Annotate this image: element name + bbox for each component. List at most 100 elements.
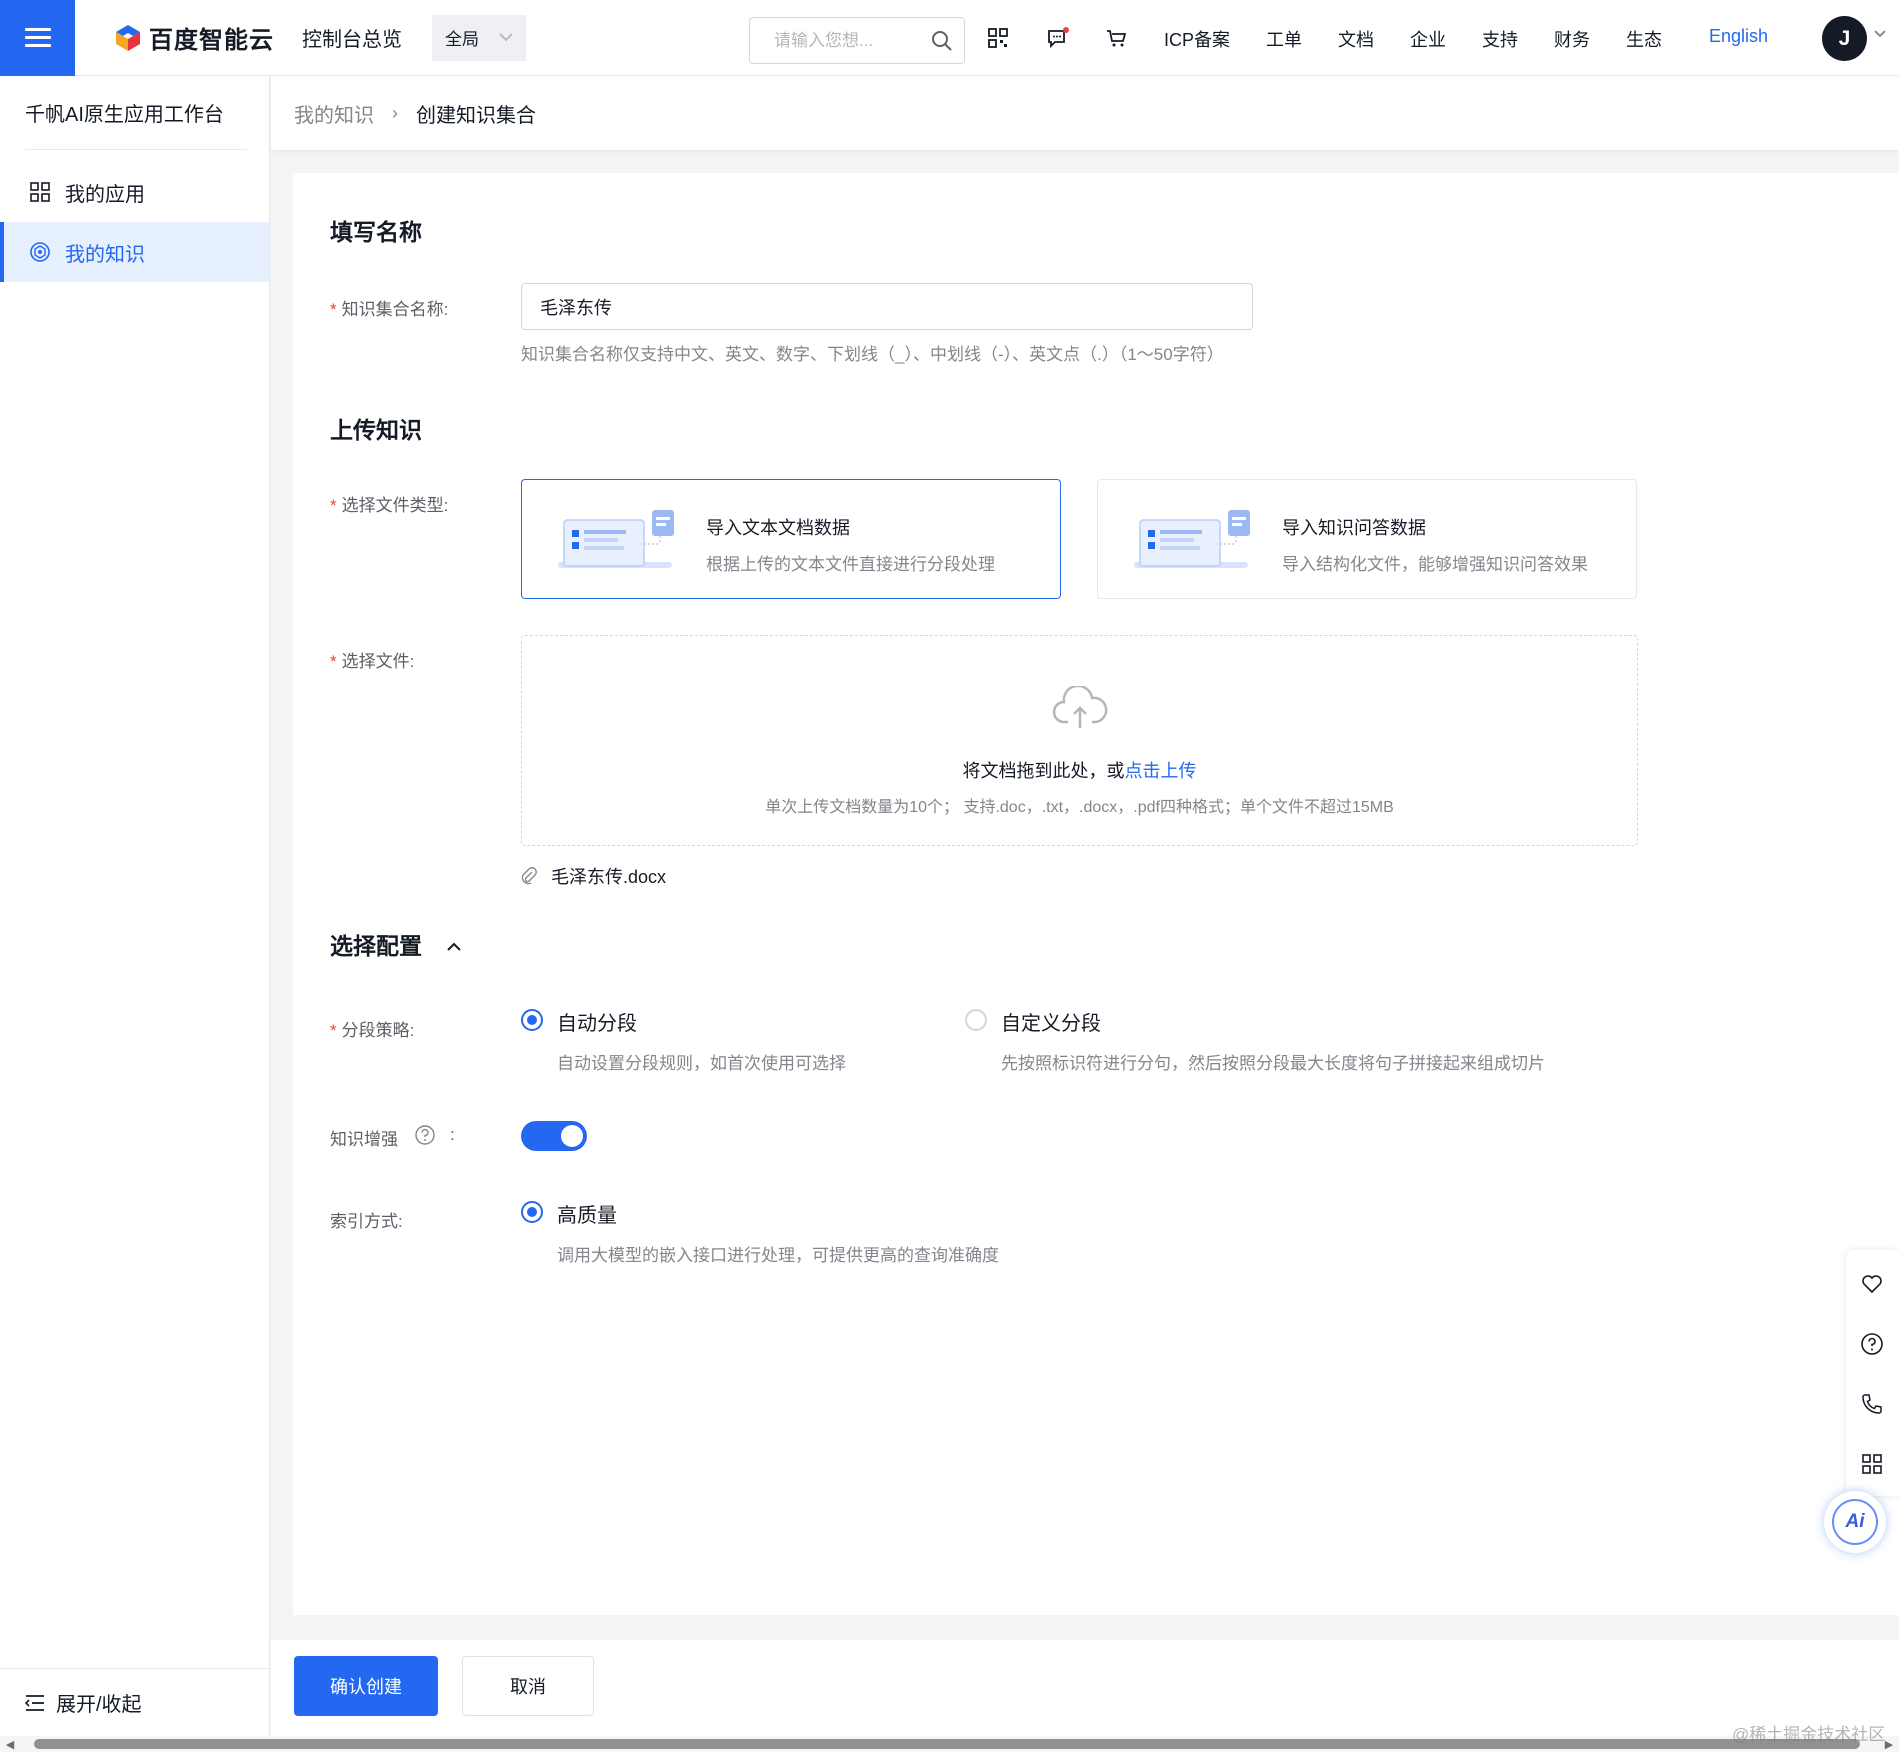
required-mark: * — [330, 1021, 337, 1040]
field-label-text: 选择文件: — [341, 652, 415, 671]
ai-assistant-button[interactable]: Ai — [1824, 1491, 1886, 1553]
hamburger-icon — [24, 23, 51, 52]
cloud-upload-icon — [1052, 686, 1108, 728]
nav-ecosystem[interactable]: 生态 — [1626, 26, 1662, 52]
radio-label-custom[interactable]: 自定义分段 — [1001, 1007, 1101, 1036]
apps-icon[interactable] — [1860, 1452, 1884, 1476]
field-label-file: * 选择文件: — [330, 647, 414, 672]
field-label-text: 索引方式: — [330, 1212, 403, 1231]
field-label-file-type: * 选择文件类型: — [330, 491, 448, 516]
section-title-name: 填写名称 — [330, 219, 422, 245]
section-title-upload: 上传知识 — [330, 417, 422, 443]
search-icon[interactable] — [930, 29, 954, 53]
top-bar: 百度智能云 控制台总览 全局 ICP备案 工单 文档 企业 支持 财务 生态 E… — [0, 0, 1899, 76]
heart-icon[interactable] — [1860, 1272, 1884, 1296]
field-label-text: 知识集合名称: — [341, 300, 449, 319]
ai-assistant-icon: Ai — [1832, 1499, 1878, 1545]
radio-custom-segment[interactable] — [965, 1009, 987, 1031]
file-type-desc: 根据上传的文本文件直接进行分段处理 — [706, 555, 995, 574]
knowledge-name-input[interactable] — [521, 283, 1253, 330]
create-form-card: 填写名称 *知识集合名称: 知识集合名称仅支持中文、英文、数字、下划线（_）、中… — [293, 173, 1899, 1615]
brand-logo[interactable]: 百度智能云 — [113, 20, 274, 55]
confirm-create-button[interactable]: 确认创建 — [294, 1656, 438, 1716]
field-label-text: 知识增强 — [330, 1130, 398, 1149]
nav-support[interactable]: 支持 — [1482, 26, 1518, 52]
sidebar-collapse-label: 展开/收起 — [56, 1694, 142, 1716]
file-type-card-text[interactable]: 导入文本文档数据 根据上传的文本文件直接进行分段处理 — [521, 479, 1061, 599]
file-dropzone[interactable]: 将文档拖到此处，或点击上传 单次上传文档数量为10个； 支持.doc，.txt，… — [521, 635, 1638, 846]
grid-icon — [30, 182, 50, 202]
help-circle-icon[interactable] — [1860, 1332, 1884, 1356]
radio-desc-auto: 自动设置分段规则，如首次使用可选择 — [557, 1054, 846, 1073]
document-illustration-icon — [1134, 510, 1250, 568]
file-type-title: 导入文本文档数据 — [706, 518, 850, 538]
nav-icp[interactable]: ICP备案 — [1164, 26, 1230, 52]
avatar[interactable]: J — [1822, 16, 1867, 61]
nav-ticket[interactable]: 工单 — [1266, 26, 1302, 52]
chevron-down-icon — [498, 29, 514, 46]
console-overview-link[interactable]: 控制台总览 — [302, 23, 402, 52]
qrcode-icon[interactable] — [986, 26, 1010, 50]
dropzone-text: 将文档拖到此处，或点击上传 — [522, 757, 1637, 783]
nav-finance[interactable]: 财务 — [1554, 26, 1590, 52]
cancel-button[interactable]: 取消 — [462, 1656, 594, 1716]
field-label-colon: : — [450, 1125, 455, 1144]
region-value: 全局 — [445, 30, 479, 49]
knowledge-enhance-toggle[interactable] — [521, 1121, 587, 1151]
document-illustration-icon — [558, 510, 674, 568]
upload-link[interactable]: 点击上传 — [1125, 761, 1197, 781]
file-type-card-qa[interactable]: 导入知识问答数据 导入结构化文件，能够增强知识问答效果 — [1097, 479, 1637, 599]
nav-enterprise[interactable]: 企业 — [1410, 26, 1446, 52]
baidu-cloud-logo-icon — [116, 24, 140, 51]
sidebar-item-my-apps[interactable]: 我的应用 — [0, 162, 269, 222]
breadcrumb-parent-link[interactable]: 我的知识 — [294, 99, 374, 128]
search-input[interactable] — [774, 30, 924, 51]
field-label-strategy: * 分段策略: — [330, 1016, 414, 1041]
file-type-desc: 导入结构化文件，能够增强知识问答效果 — [1282, 555, 1588, 574]
field-label-name: * 知识集合名称: — [330, 295, 448, 320]
brand-name: 百度智能云 — [149, 27, 274, 54]
sidebar-title: 千帆AI原生应用工作台 — [25, 76, 247, 150]
chevron-up-icon[interactable] — [445, 938, 463, 956]
menu-button[interactable] — [0, 0, 75, 76]
language-switch[interactable]: English — [1709, 26, 1768, 47]
radio-desc-custom: 先按照标识符进行分句，然后按照分段最大长度将句子拼接起来组成切片 — [1001, 1054, 1545, 1073]
field-label-index: 索引方式: — [330, 1207, 403, 1232]
sidebar-item-label: 我的应用 — [65, 183, 145, 206]
nav-docs[interactable]: 文档 — [1338, 26, 1374, 52]
help-circle-icon[interactable] — [414, 1124, 436, 1146]
breadcrumb: 我的知识 › 创建知识集合 — [271, 76, 1899, 150]
scrollbar-thumb[interactable] — [34, 1739, 1860, 1749]
dropzone-tip: 单次上传文档数量为10个； 支持.doc，.txt，.docx，.pdf四种格式… — [765, 799, 1394, 816]
scroll-left-arrow-icon[interactable]: ◀ — [2, 1736, 18, 1752]
floating-toolbar — [1846, 1250, 1899, 1496]
radio-desc-high-quality: 调用大模型的嵌入接口进行处理，可提供更高的查询准确度 — [557, 1246, 999, 1265]
uploaded-file-item[interactable]: 毛泽东传.docx — [521, 863, 666, 889]
radio-auto-segment[interactable] — [521, 1009, 543, 1031]
chevron-down-icon[interactable] — [1873, 26, 1887, 42]
radio-high-quality[interactable] — [521, 1201, 543, 1223]
field-label-enhance: 知识增强 — [330, 1125, 398, 1150]
cart-icon[interactable] — [1105, 26, 1129, 50]
phone-icon[interactable] — [1860, 1392, 1884, 1416]
breadcrumb-separator: › — [392, 102, 398, 123]
required-mark: * — [330, 496, 337, 515]
sidebar-collapse-toggle[interactable]: 展开/收起 — [0, 1668, 270, 1736]
field-label-text: 选择文件类型: — [341, 496, 449, 515]
radio-label-high-quality[interactable]: 高质量 — [557, 1199, 617, 1228]
dropzone-instruction: 将文档拖到此处，或 — [962, 761, 1125, 781]
paperclip-icon — [521, 867, 537, 885]
radio-label-auto[interactable]: 自动分段 — [557, 1007, 637, 1036]
section-title-config: 选择配置 — [330, 933, 422, 959]
global-search[interactable] — [749, 17, 965, 64]
sidebar: 千帆AI原生应用工作台 我的应用 我的知识 展开/收起 — [0, 76, 270, 1736]
sidebar-item-label: 我的知识 — [65, 243, 145, 266]
message-icon[interactable] — [1046, 26, 1070, 50]
region-select[interactable]: 全局 — [432, 14, 526, 61]
required-mark: * — [330, 652, 337, 671]
horizontal-scrollbar[interactable]: ◀ ▶ — [0, 1736, 1899, 1752]
name-hint: 知识集合名称仅支持中文、英文、数字、下划线（_）、中划线（-）、英文点（.）（1… — [521, 345, 1224, 364]
file-type-title: 导入知识问答数据 — [1282, 518, 1426, 538]
sidebar-item-my-knowledge[interactable]: 我的知识 — [0, 222, 269, 282]
uploaded-file-name: 毛泽东传.docx — [551, 867, 667, 887]
